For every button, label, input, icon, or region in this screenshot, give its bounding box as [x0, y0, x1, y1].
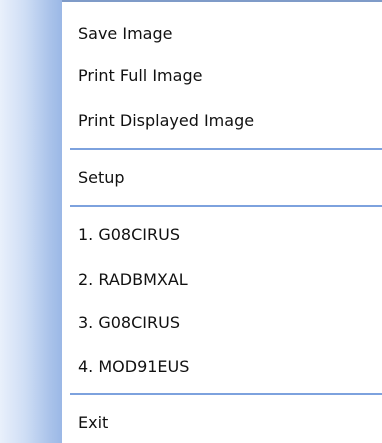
file-menu: Save Image Print Full Image Print Displa…: [0, 0, 382, 443]
menu-item-print-displayed-image[interactable]: Print Displayed Image: [62, 103, 382, 139]
menu-icon-gutter: [0, 0, 62, 443]
menu-item-print-full-image[interactable]: Print Full Image: [62, 58, 382, 94]
menu-item-recent-1[interactable]: 1. G08CIRUS: [62, 217, 382, 253]
menu-separator: [70, 205, 382, 207]
menu-item-setup[interactable]: Setup: [62, 160, 382, 196]
menu-top-border: [62, 0, 382, 2]
menu-item-save-image[interactable]: Save Image: [62, 16, 382, 52]
menu-item-recent-2[interactable]: 2. RADBMXAL: [62, 262, 382, 298]
menu-separator: [70, 148, 382, 150]
menu-item-recent-4[interactable]: 4. MOD91EUS: [62, 349, 382, 385]
menu-item-recent-3[interactable]: 3. G08CIRUS: [62, 305, 382, 341]
menu-item-exit[interactable]: Exit: [62, 405, 382, 441]
menu-separator: [70, 393, 382, 395]
